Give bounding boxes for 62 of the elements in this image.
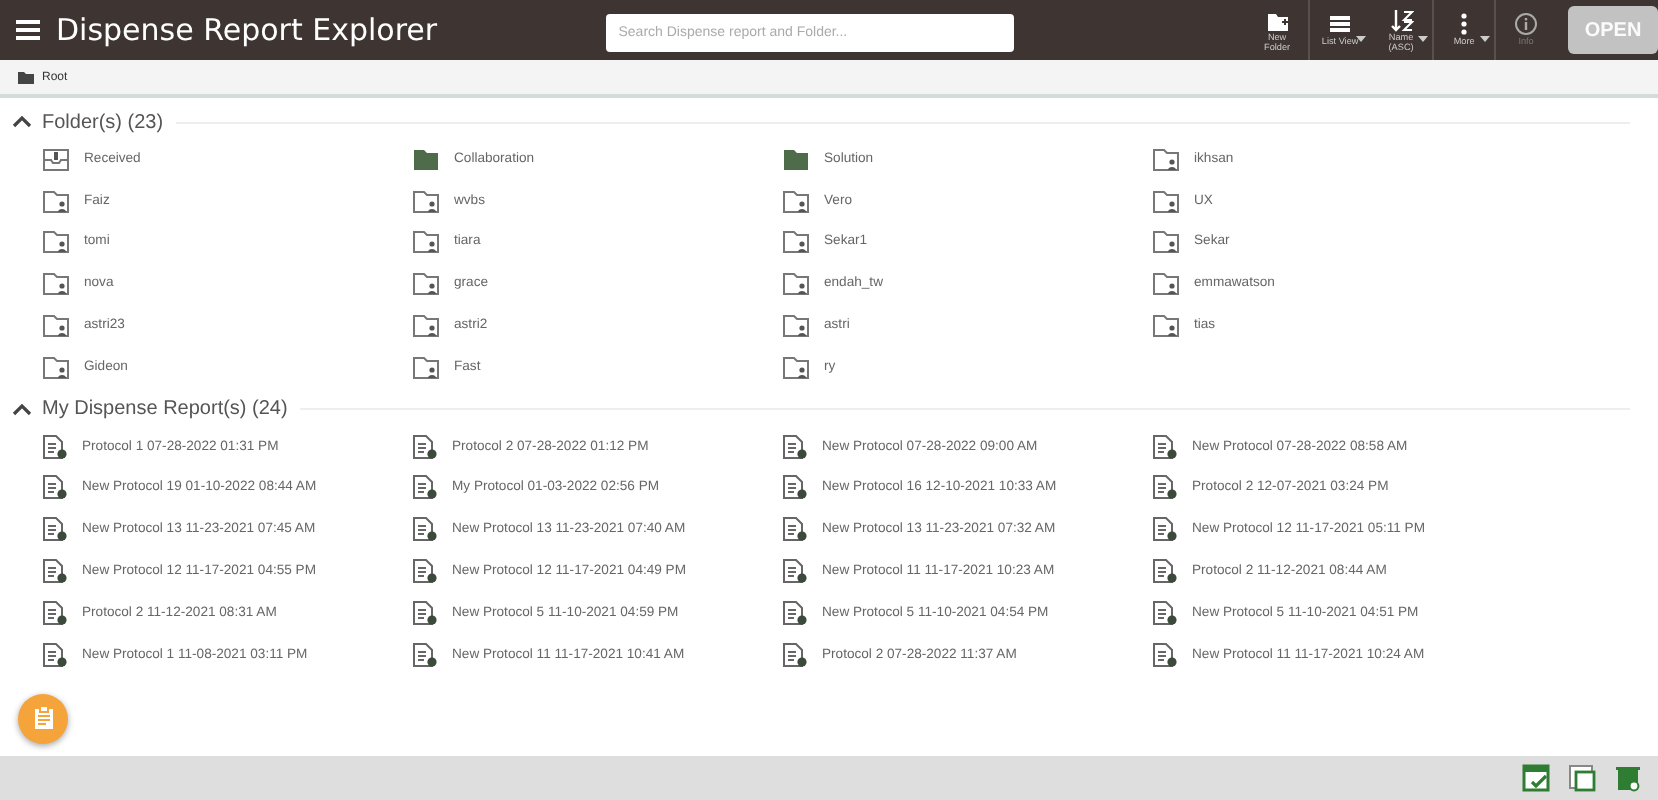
menu-icon[interactable] [16,20,40,40]
document-icon [42,641,68,668]
document-icon [42,474,68,501]
section-title: My Dispense Report(s) (24) [42,398,288,421]
user-folder-icon [42,270,70,297]
user-folder-icon [1152,270,1180,297]
info-icon [1514,12,1539,37]
user-folder-icon [412,353,440,380]
document-icon [42,558,68,585]
list-icon [1328,12,1353,37]
user-folder-icon [782,228,810,255]
user-folder-icon [42,312,70,339]
document-icon [1152,516,1178,543]
user-folder-icon [412,187,440,214]
window-icon[interactable] [1568,764,1596,792]
user-folder-icon [42,228,70,255]
document-icon [782,558,808,585]
document-icon [1152,558,1178,585]
user-folder-icon [1152,228,1180,255]
chevron-icon[interactable] [12,114,32,130]
document-icon [412,474,438,501]
document-icon [1152,641,1178,668]
user-folder-icon [1152,187,1180,214]
document-icon [782,641,808,668]
document-icon [42,516,68,543]
document-icon [42,599,68,626]
document-icon [412,641,438,668]
folder-icon [18,70,34,84]
user-folder-icon [42,353,70,380]
document-icon [412,433,438,460]
checklist-icon[interactable] [1522,764,1550,792]
user-folder-icon [42,187,70,214]
document-icon [782,474,808,501]
sort-icon [1389,7,1414,32]
chevron-icon[interactable] [12,401,32,418]
document-icon [412,599,438,626]
inbox-icon [42,145,70,172]
document-icon [42,433,68,460]
folder-icon [412,145,440,172]
user-folder-icon [412,228,440,255]
folder-icon [782,145,810,172]
document-icon [1152,433,1178,460]
document-icon [782,599,808,626]
document-icon [412,558,438,585]
app-title: Dispense Report Explorer [56,12,440,48]
document-icon [782,433,808,460]
document-icon [1152,474,1178,501]
trash-icon[interactable] [1614,764,1642,792]
user-folder-icon [782,312,810,339]
user-folder-icon [412,270,440,297]
user-folder-icon [782,187,810,214]
document-icon [412,516,438,543]
document-icon [1152,599,1178,626]
user-folder-icon [1152,312,1180,339]
user-folder-icon [412,312,440,339]
user-folder-icon [782,353,810,380]
user-folder-icon [1152,145,1180,172]
clipboard-icon [33,706,53,731]
document-icon [782,516,808,543]
user-folder-icon [782,270,810,297]
clipboard-button[interactable] [18,693,68,744]
section-title: Folder(s) (23) [42,111,164,133]
